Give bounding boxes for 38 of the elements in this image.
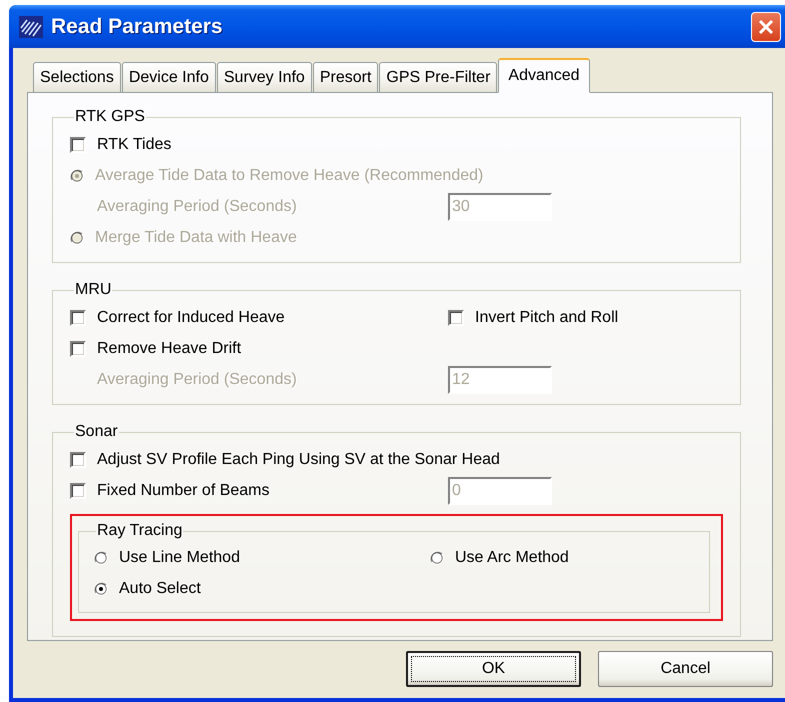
tab[interactable]: Device Info (122, 62, 216, 92)
close-button[interactable] (751, 12, 781, 42)
checkbox-label: Correct for Induced Heave (97, 308, 285, 326)
checkbox-label: Invert Pitch and Roll (475, 308, 618, 326)
checkbox[interactable] (70, 136, 86, 152)
tab[interactable]: Survey Info (216, 62, 312, 92)
field-label: Averaging Period (Seconds) (96, 198, 297, 216)
radio-label: Average Tide Data to Remove Heave (Recommended) (95, 166, 484, 184)
radio-label: Use Arc Method (455, 548, 569, 566)
checkbox[interactable] (70, 310, 86, 326)
tab[interactable]: Presort (312, 62, 378, 92)
radio-button[interactable] (430, 550, 444, 564)
checkbox[interactable] (70, 452, 86, 468)
radio-button[interactable] (94, 582, 108, 596)
radio-label: Auto Select (119, 580, 201, 598)
checkbox-label: Fixed Number of Beams (97, 482, 270, 500)
checkbox-label: Adjust SV Profile Each Ping Using SV at the Sonar Head (97, 450, 500, 468)
window-title: Read Parameters (51, 14, 224, 38)
dialog-button[interactable]: Cancel (598, 651, 773, 687)
radio-button[interactable] (94, 550, 108, 564)
tab[interactable]: GPS Pre-Filter (379, 62, 498, 92)
close-icon (758, 18, 774, 34)
tab[interactable]: Selections (33, 62, 121, 92)
field-label: Averaging Period (Seconds) (96, 370, 297, 388)
app-icon (19, 16, 43, 38)
group-title: RTK GPS (74, 108, 146, 126)
radio-label: Merge Tide Data with Heave (95, 228, 297, 246)
checkbox-label: Remove Heave Drift (97, 340, 242, 358)
dialog-button[interactable]: OK (406, 651, 581, 687)
checkbox[interactable] (70, 482, 86, 498)
checkbox[interactable] (70, 340, 86, 356)
group-title: Ray Tracing (96, 522, 184, 540)
checkbox-label: RTK Tides (97, 136, 172, 154)
tab[interactable]: Advanced (498, 58, 590, 93)
group-title: Sonar (74, 423, 119, 441)
group-title: MRU (74, 281, 112, 299)
radio-label: Use Line Method (119, 548, 240, 566)
checkbox[interactable] (448, 310, 464, 326)
